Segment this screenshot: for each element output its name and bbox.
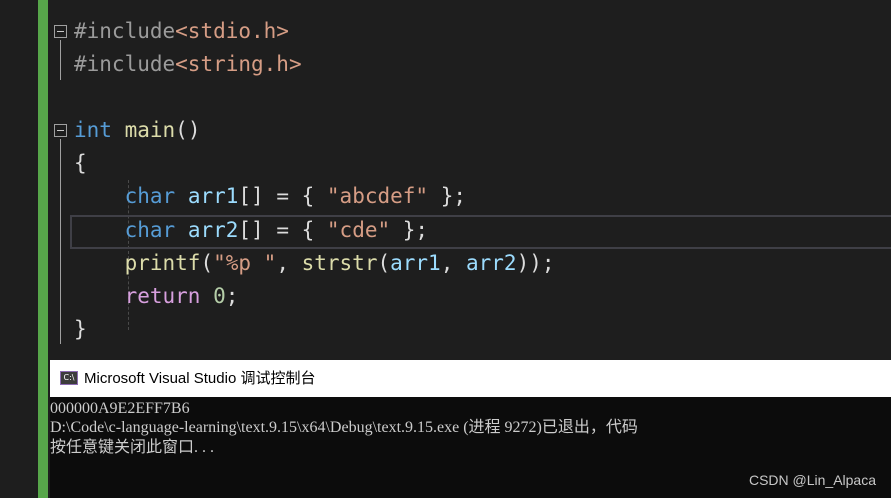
code-token: #include (74, 52, 176, 76)
console-output-line: D:\Code\c-language-learning\text.9.15\x6… (50, 419, 638, 436)
code-token: <stdio.h> (175, 19, 289, 43)
code-line[interactable]: char arr2[] = { "cde" }; (74, 214, 428, 247)
code-token: "%p " (213, 251, 277, 275)
code-token: "abcdef" (326, 184, 429, 208)
code-token: }; (390, 218, 429, 242)
line-number-gutter (0, 0, 38, 498)
code-line[interactable]: return 0; (74, 280, 239, 313)
code-token: 0 (213, 284, 226, 308)
main-block-guide (60, 139, 61, 344)
collapse-main-icon[interactable] (54, 124, 67, 137)
code-token: }; (428, 184, 466, 208)
code-token: int (74, 118, 112, 142)
code-token: char (124, 218, 176, 242)
console-title-bar[interactable]: C:\ Microsoft Visual Studio 调试控制台 (50, 360, 891, 397)
code-line[interactable]: { (74, 147, 87, 180)
code-token: printf (124, 251, 201, 275)
code-line[interactable]: } (74, 313, 87, 346)
code-token: arr2 (187, 218, 239, 242)
code-token: arr1 (390, 251, 441, 275)
code-editor[interactable]: #include<stdio.h> #include<string.h> int… (48, 0, 891, 360)
code-token: return (124, 284, 201, 308)
code-token: "cde" (326, 218, 391, 242)
code-token: char (124, 184, 176, 208)
code-token: () (175, 118, 201, 142)
debug-console-window[interactable]: C:\ Microsoft Visual Studio 调试控制台 000000… (50, 360, 891, 498)
change-tracking-bar (38, 0, 48, 498)
code-line[interactable]: int main() (74, 114, 200, 147)
code-line[interactable]: char arr1[] = { "abcdef" }; (74, 180, 466, 213)
code-token: #include (74, 19, 176, 43)
code-token: , (276, 251, 302, 275)
code-token: )); (516, 251, 555, 275)
code-line[interactable]: printf("%p ", strstr(arr1, arr2)); (74, 247, 555, 280)
code-token: strstr (301, 251, 378, 275)
console-output-line: 按任意键关闭此窗口. . . (50, 439, 215, 456)
console-title: Microsoft Visual Studio 调试控制台 (84, 370, 316, 387)
console-app-icon: C:\ (60, 371, 78, 385)
code-token: [] = { (238, 184, 327, 208)
code-token: main (124, 118, 176, 142)
code-line[interactable]: #include<string.h> (74, 48, 302, 81)
watermark: CSDN @Lin_Alpaca (748, 472, 876, 488)
code-token: ( (377, 251, 391, 275)
code-token: ; (225, 284, 239, 308)
code-token: , (440, 251, 466, 275)
code-token: arr1 (187, 184, 239, 208)
code-token: <string.h> (175, 52, 302, 76)
code-line[interactable]: #include<stdio.h> (74, 15, 289, 48)
code-token: [] = { (238, 218, 327, 242)
code-token: ( (200, 251, 214, 275)
code-token: { (74, 151, 87, 175)
code-token: arr2 (466, 251, 517, 275)
include-block-guide (60, 40, 61, 80)
collapse-includes-icon[interactable] (54, 25, 67, 38)
code-token: } (74, 317, 87, 341)
console-output-line: 000000A9E2EFF7B6 (50, 400, 190, 417)
